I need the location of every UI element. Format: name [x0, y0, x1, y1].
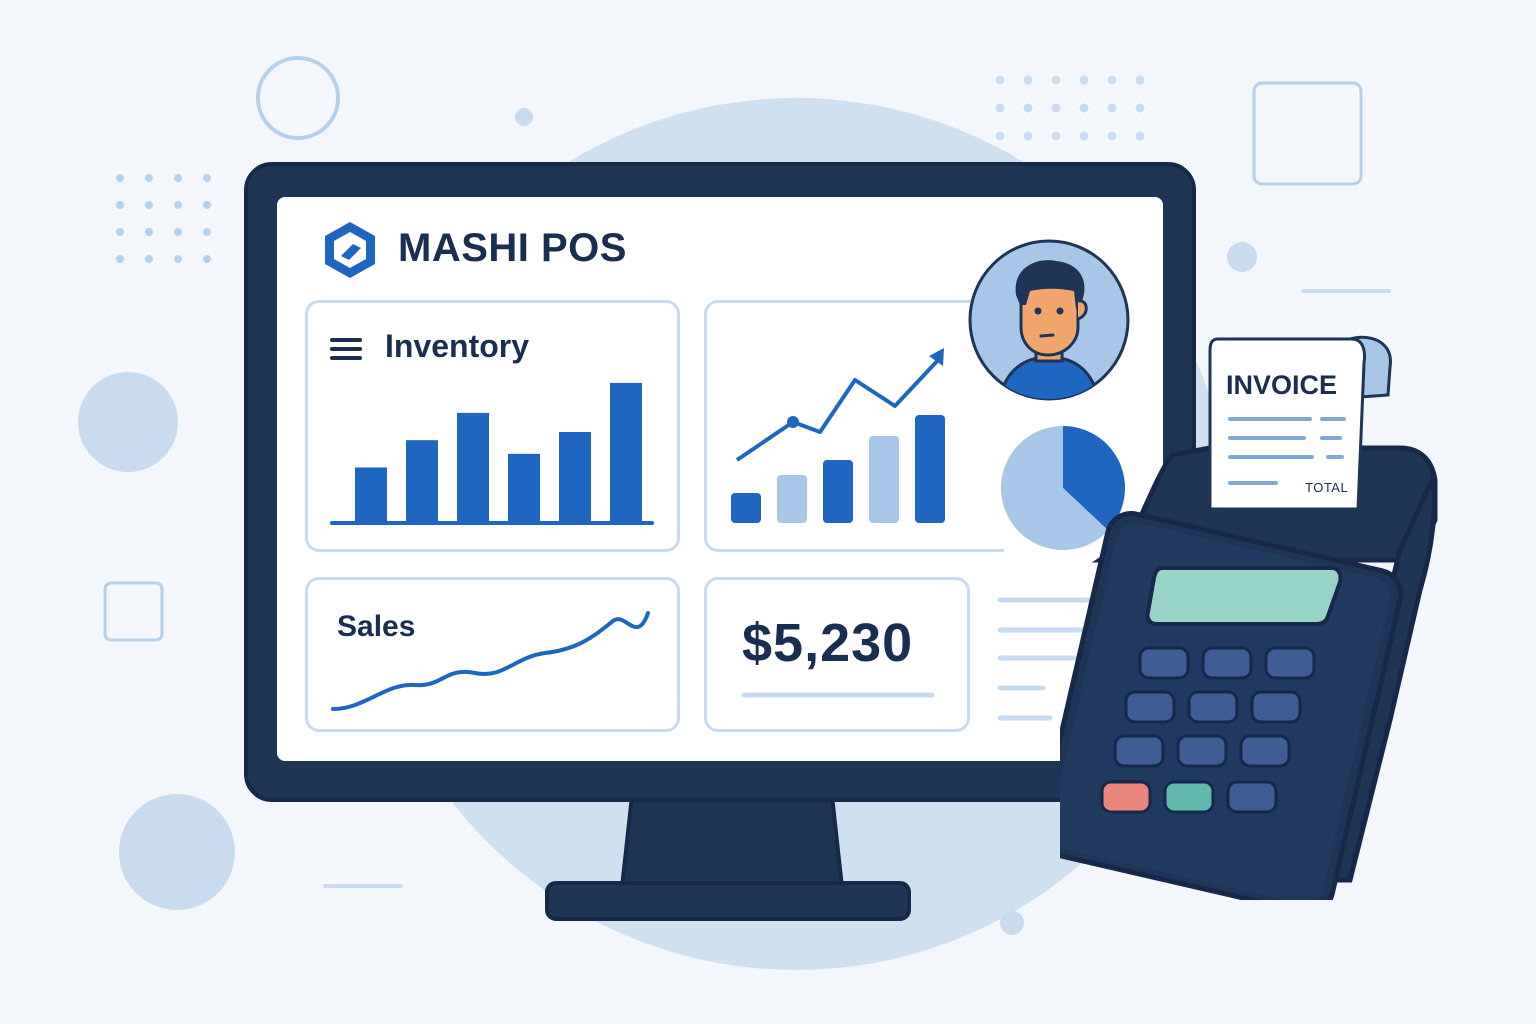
monitor-base	[545, 881, 911, 921]
hexagon-logo-icon	[325, 222, 375, 278]
terminal-display	[1145, 566, 1343, 626]
inventory-bar	[355, 467, 387, 522]
inventory-bar	[406, 440, 438, 522]
keypad-key[interactable]	[1113, 734, 1165, 768]
keypad-key[interactable]	[1187, 690, 1239, 724]
keypad-key[interactable]	[1100, 780, 1152, 814]
trend-bar-chart	[731, 348, 945, 523]
keypad-key[interactable]	[1138, 646, 1190, 680]
keypad-key[interactable]	[1176, 734, 1228, 768]
trend-point	[787, 416, 799, 428]
invoice-receipt	[1208, 335, 1392, 511]
revenue-underline	[741, 692, 935, 698]
keypad-key[interactable]	[1239, 734, 1291, 768]
keypad-key[interactable]	[1250, 690, 1302, 724]
keypad-key[interactable]	[1201, 646, 1253, 680]
keypad-key[interactable]	[1163, 780, 1215, 814]
inventory-bar	[508, 453, 540, 522]
trend-bar	[915, 415, 945, 523]
trend-bar	[731, 493, 761, 523]
inventory-bar	[610, 382, 642, 522]
revenue-value: $5,230	[742, 613, 914, 673]
receipt-total-label: TOTAL	[1305, 480, 1349, 495]
hamburger-menu-icon[interactable]	[330, 335, 364, 363]
trend-bar	[869, 436, 899, 523]
keypad-key[interactable]	[1124, 690, 1176, 724]
monitor-neck	[619, 794, 845, 889]
trend-bar	[777, 475, 807, 523]
sales-trend-line	[331, 611, 650, 711]
keypad-key[interactable]	[1226, 780, 1278, 814]
receipt-title: INVOICE	[1226, 370, 1338, 400]
inventory-title: Inventory	[385, 328, 530, 364]
app-title: MASHI POS	[398, 226, 627, 270]
inventory-bar	[559, 432, 591, 522]
trend-line	[735, 356, 942, 462]
inventory-bar-chart	[330, 382, 654, 525]
keypad-key[interactable]	[1264, 646, 1316, 680]
inventory-bar	[457, 412, 489, 522]
trend-bar	[823, 460, 853, 523]
